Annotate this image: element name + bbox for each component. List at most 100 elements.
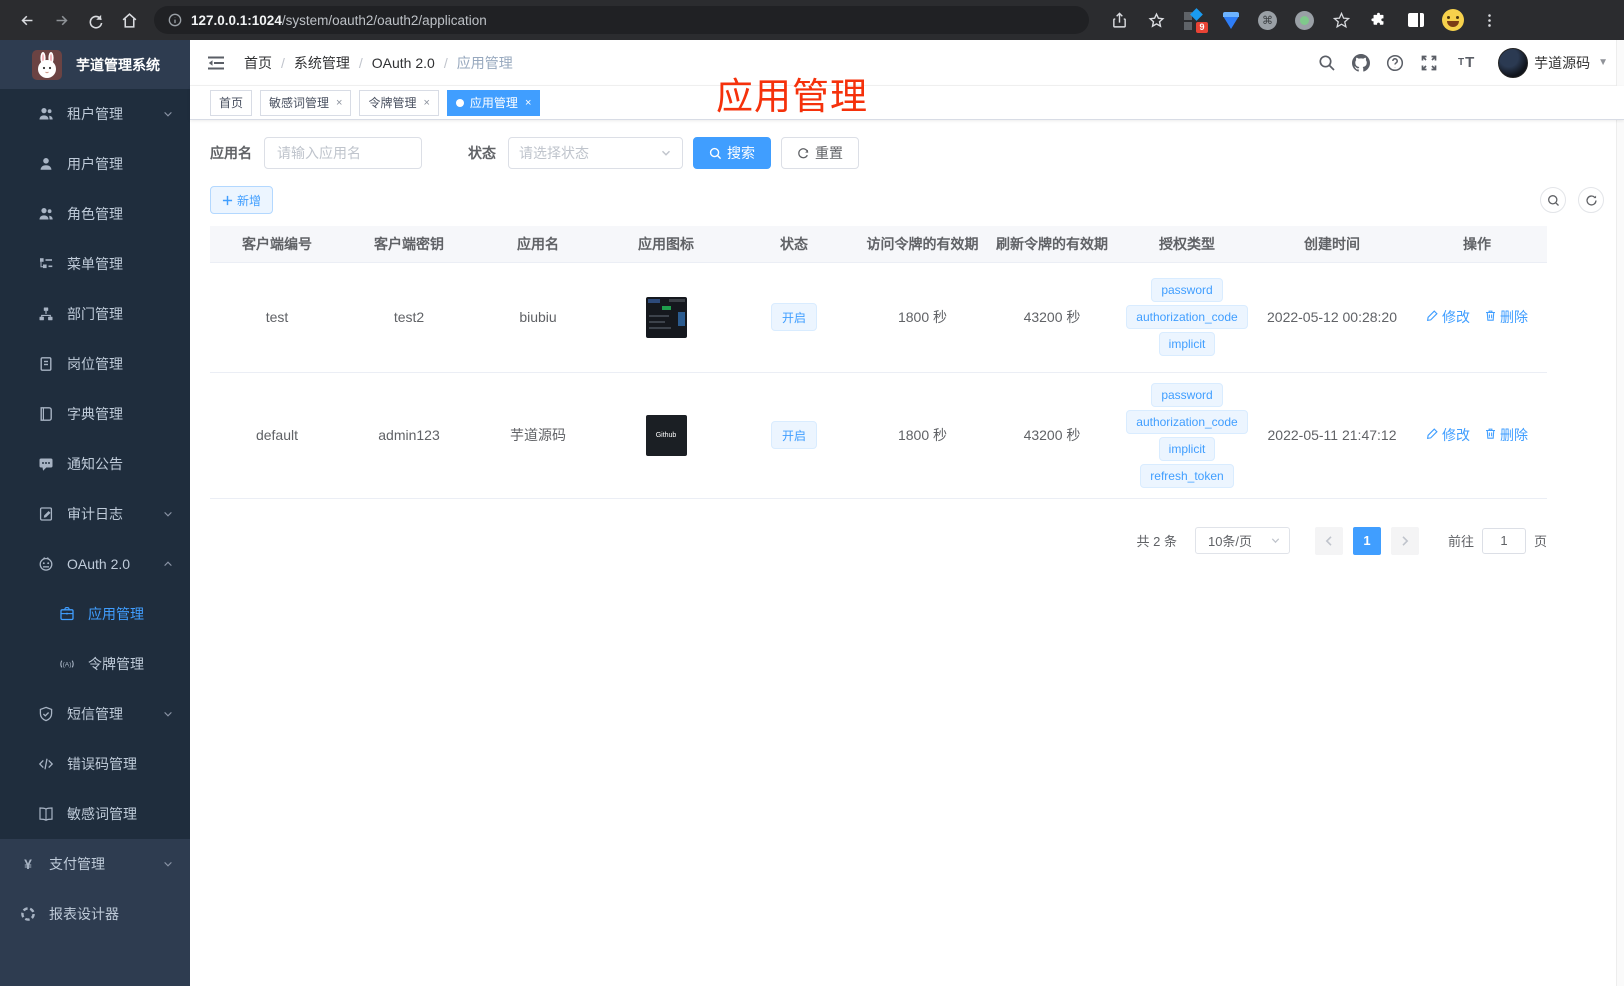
sidebar-item-OAuth 2.0[interactable]: OAuth 2.0 — [0, 539, 190, 589]
delete-icon — [1484, 309, 1500, 325]
refresh-table-icon[interactable] — [1578, 187, 1604, 213]
breadcrumb-item[interactable]: OAuth 2.0 — [372, 55, 435, 71]
tab-令牌管理[interactable]: 令牌管理 × — [359, 89, 439, 116]
page-size-select[interactable]: 10条/页 — [1194, 527, 1290, 554]
address-bar[interactable]: 127.0.0.1:1024/system/oauth2/oauth2/appl… — [154, 6, 1089, 34]
cell-app-name: 芋道源码 — [474, 372, 602, 499]
record-extension-icon[interactable] — [1291, 6, 1319, 34]
user-avatar[interactable] — [1498, 47, 1529, 78]
forward-icon[interactable] — [47, 6, 75, 34]
column-header: 应用名 — [474, 226, 602, 263]
breadcrumb-item[interactable]: 首页 — [244, 53, 272, 73]
search-button[interactable]: 搜索 — [693, 137, 771, 169]
status-label: 状态 — [468, 145, 496, 161]
sidebar-panel-icon[interactable] — [1402, 6, 1430, 34]
sidebar-item-错误码管理[interactable]: 错误码管理 — [0, 739, 190, 789]
column-header: 客户端密钥 — [344, 226, 474, 263]
fullscreen-icon[interactable] — [1420, 54, 1438, 72]
close-icon[interactable]: × — [423, 97, 429, 109]
post-badge-icon — [38, 356, 54, 372]
prev-page-button[interactable] — [1314, 526, 1343, 555]
reset-button[interactable]: 重置 — [781, 137, 859, 169]
page-number-button[interactable]: 1 — [1352, 526, 1381, 555]
close-icon[interactable]: × — [336, 97, 342, 109]
sidebar-item-用户管理[interactable]: 用户管理 — [0, 139, 190, 189]
sidebar-item-支付管理[interactable]: ¥ 支付管理 — [0, 839, 190, 889]
sidebar-menu: 租户管理 用户管理 角色管理菜单管理部门管理 岗位管理 字典管理 通知公告 审计日志 OAut… — [0, 89, 190, 939]
font-size-icon[interactable]: TT — [1454, 54, 1478, 72]
breadcrumb-item[interactable]: 系统管理 — [294, 53, 350, 73]
sidebar-item-报表设计器[interactable]: 报表设计器 — [0, 889, 190, 939]
sidebar-item-应用管理[interactable]: 应用管理 — [0, 589, 190, 639]
collapse-sidebar-icon[interactable] — [206, 53, 226, 73]
tab-首页[interactable]: 首页 — [210, 89, 253, 116]
breadcrumb-item: 应用管理 — [456, 54, 513, 71]
edit-link[interactable]: 修改 — [1426, 307, 1470, 327]
gem-extension-icon[interactable] — [1217, 6, 1245, 34]
column-header: 状态 — [730, 226, 858, 263]
app-name-input[interactable] — [264, 137, 422, 169]
cell-app-name: biubiu — [474, 262, 602, 373]
sidebar-item-label: 菜单管理 — [67, 256, 123, 272]
extension-badge-icon[interactable]: 9 — [1180, 6, 1208, 34]
show-search-icon[interactable] — [1540, 187, 1566, 213]
delete-link[interactable]: 删除 — [1484, 425, 1528, 445]
tab-敏感词管理[interactable]: 敏感词管理 × — [260, 89, 352, 116]
user-icon — [38, 156, 54, 172]
profile-avatar-icon[interactable] — [1439, 6, 1467, 34]
sidebar-item-审计日志[interactable]: 审计日志 — [0, 489, 190, 539]
next-page-button[interactable] — [1390, 526, 1419, 555]
breadcrumb: 首页 / 系统管理 / OAuth 2.0 / 应用管理 — [244, 53, 513, 73]
refresh-icon[interactable] — [81, 6, 109, 34]
sidebar-item-通知公告[interactable]: 通知公告 — [0, 439, 190, 489]
table-row: test test2 biubiu 开启 1800 秒 43200 秒 password au… — [210, 262, 1547, 373]
url-text: 127.0.0.1:1024/system/oauth2/oauth2/appl… — [191, 12, 487, 28]
sidebar-item-字典管理[interactable]: 字典管理 — [0, 389, 190, 439]
sidebar-item-菜单管理[interactable]: 菜单管理 — [0, 239, 190, 289]
code-icon — [38, 756, 54, 772]
github-icon[interactable] — [1352, 53, 1371, 72]
sidebar-item-敏感词管理[interactable]: 敏感词管理 — [0, 789, 190, 839]
sidebar-item-岗位管理[interactable]: 岗位管理 — [0, 339, 190, 389]
command-extension-icon[interactable]: ⌘ — [1254, 6, 1282, 34]
puzzle-extensions-icon[interactable] — [1365, 6, 1393, 34]
home-icon[interactable] — [115, 6, 143, 34]
sidebar-item-label: 令牌管理 — [88, 656, 144, 672]
sidebar-item-短信管理[interactable]: 短信管理 — [0, 689, 190, 739]
sidebar-item-令牌管理[interactable]: (A) 令牌管理 — [0, 639, 190, 689]
user-caret-icon[interactable]: ▼ — [1598, 57, 1608, 68]
column-header: 创建时间 — [1257, 226, 1407, 263]
sidebar-item-角色管理[interactable]: 角色管理 — [0, 189, 190, 239]
green-star-extension-icon[interactable] — [1328, 6, 1356, 34]
edit-icon — [1426, 427, 1442, 443]
back-icon[interactable] — [13, 6, 41, 34]
help-icon[interactable] — [1386, 54, 1404, 72]
close-icon[interactable]: × — [525, 97, 531, 109]
column-header: 授权类型 — [1117, 226, 1257, 263]
share-icon[interactable] — [1106, 6, 1134, 34]
page-scrollbar[interactable] — [1616, 40, 1624, 986]
status-select[interactable]: 请选择状态 — [508, 137, 683, 169]
main-content: 首页 / 系统管理 / OAuth 2.0/应用管理 TT 芋道源码 ▼ 首页 敏感词管理… — [190, 40, 1624, 986]
cell-secret: test2 — [344, 262, 474, 373]
applications-table: 客户端编号 客户端密钥 应用名 应用图标 状态 访问令牌的有效期 刷新令牌的有效期 授权类型创… — [210, 226, 1547, 499]
app-logo[interactable]: 芋道管理系统 — [0, 40, 190, 89]
bookmark-star-icon[interactable] — [1143, 6, 1171, 34]
sidebar-item-部门管理[interactable]: 部门管理 — [0, 289, 190, 339]
add-button[interactable]: 新增 — [210, 186, 274, 214]
total-count: 共 2 条 — [1136, 534, 1177, 549]
chevron-down-icon — [162, 108, 174, 120]
search-icon[interactable] — [1318, 54, 1336, 72]
users-icon — [38, 206, 54, 222]
tab-应用管理[interactable]: 应用管理 × — [446, 89, 541, 116]
sidebar-item-label: OAuth 2.0 — [67, 556, 131, 572]
browser-menu-icon[interactable] — [1476, 6, 1504, 34]
sidebar-item-租户管理[interactable]: 租户管理 — [0, 89, 190, 139]
goto-page-input[interactable] — [1481, 527, 1526, 554]
site-info-icon[interactable] — [168, 13, 182, 27]
edit-link[interactable]: 修改 — [1426, 425, 1470, 445]
breadcrumb-separator: / — [443, 54, 448, 71]
announcement-icon — [38, 456, 54, 472]
delete-link[interactable]: 删除 — [1484, 307, 1528, 327]
grant-type-tag: implicit — [1158, 332, 1216, 356]
